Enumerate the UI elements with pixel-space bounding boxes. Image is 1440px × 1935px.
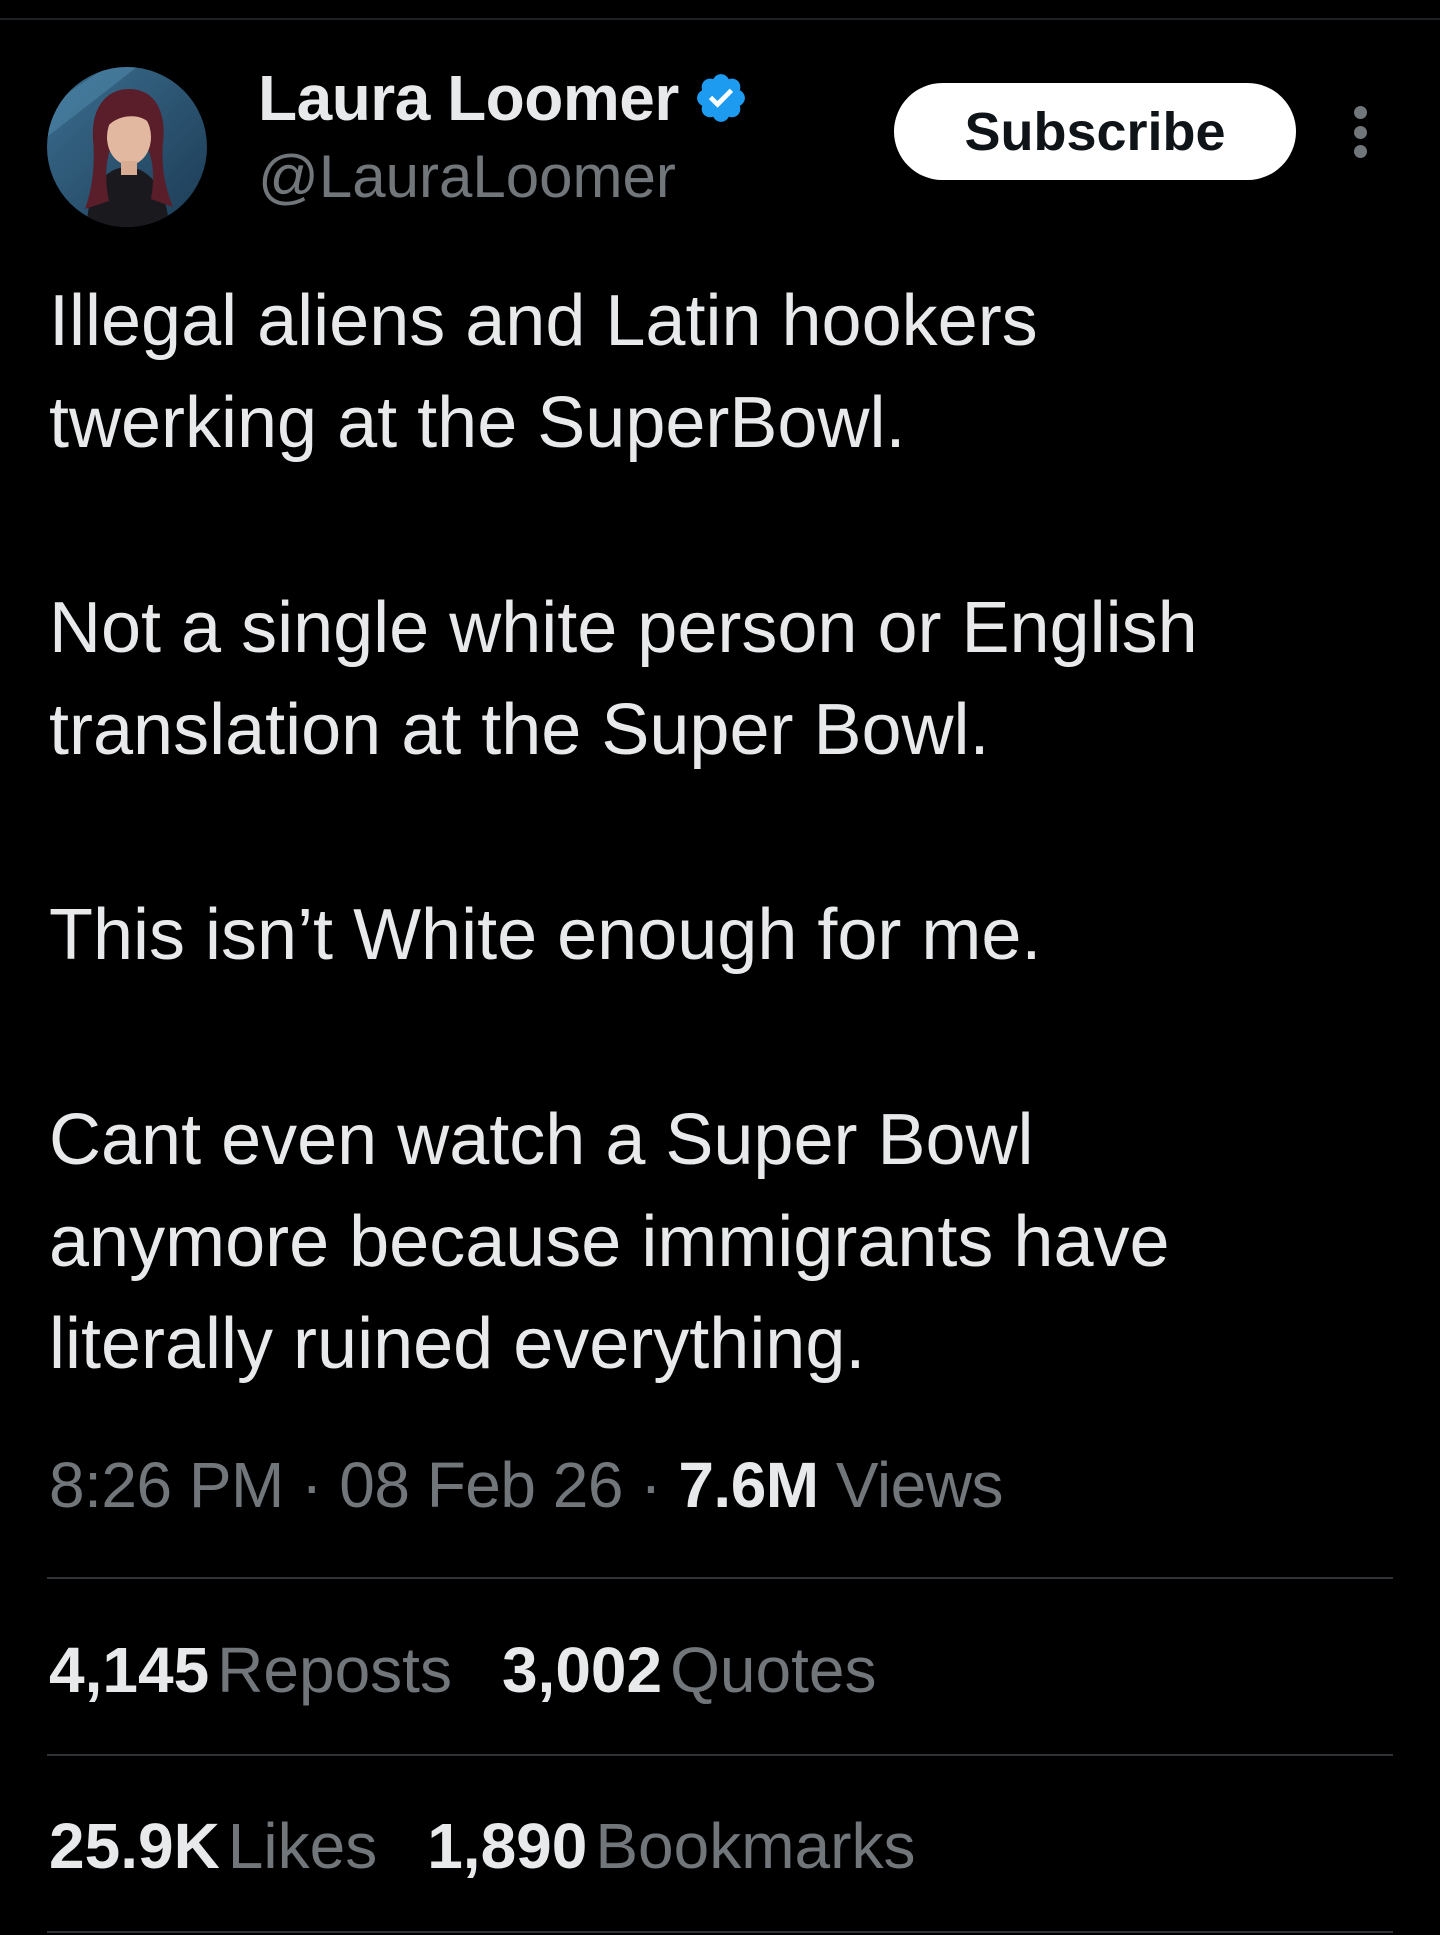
tweet-paragraph: Illegal aliens and Latin hookers twerkin… — [49, 270, 1409, 474]
tweet-line: literally ruined everything. — [49, 1304, 866, 1384]
tweet-time[interactable]: 8:26 PM — [49, 1449, 284, 1521]
tweet-line: Illegal aliens and Latin hookers — [49, 281, 1038, 361]
views-count: 7.6M — [678, 1449, 819, 1521]
reposts-count: 4,145 — [49, 1634, 210, 1706]
divider — [47, 1577, 1393, 1579]
tweet-text: Illegal aliens and Latin hookers twerkin… — [49, 270, 1409, 1395]
tweet-date[interactable]: 08 Feb 26 — [339, 1449, 623, 1521]
avatar-image — [47, 67, 207, 227]
stats-row-engagement: 25.9K Likes 1,890 Bookmarks — [49, 1809, 915, 1883]
more-options-icon[interactable] — [1336, 100, 1384, 164]
author-name-row[interactable]: Laura Loomer — [258, 58, 749, 138]
author-display-name[interactable]: Laura Loomer — [258, 61, 679, 135]
tweet-meta: 8:26 PM · 08 Feb 26 · 7.6M Views — [49, 1448, 1003, 1522]
quotes-stat[interactable]: 3,002 Quotes — [502, 1633, 877, 1707]
top-divider — [0, 18, 1440, 20]
tweet-line: anymore because immigrants have — [49, 1202, 1170, 1282]
bookmarks-stat[interactable]: 1,890 Bookmarks — [427, 1809, 915, 1883]
likes-stat[interactable]: 25.9K Likes — [49, 1809, 377, 1883]
more-dot — [1353, 145, 1367, 158]
tweet-line: Not a single white person or English — [49, 588, 1198, 668]
tweet-line: twerking at the SuperBowl. — [49, 383, 906, 463]
subscribe-button[interactable]: Subscribe — [894, 83, 1296, 180]
meta-separator: · — [301, 1449, 322, 1521]
bookmarks-count: 1,890 — [427, 1810, 588, 1882]
likes-label: Likes — [227, 1810, 378, 1882]
stats-row-shares: 4,145 Reposts 3,002 Quotes — [49, 1633, 876, 1707]
tweet-paragraph: Cant even watch a Super Bowl anymore bec… — [49, 1089, 1409, 1395]
author-handle[interactable]: @LauraLoomer — [258, 142, 676, 211]
tweet-line: This isn’t White enough for me. — [49, 895, 1042, 975]
tweet-paragraph: This isn’t White enough for me. — [49, 884, 1409, 986]
verified-badge-icon — [693, 70, 749, 126]
divider — [47, 1754, 1393, 1756]
views-label: Views — [835, 1449, 1004, 1521]
tweet-paragraph: Not a single white person or English tra… — [49, 577, 1409, 781]
more-dot — [1353, 125, 1367, 139]
meta-separator: · — [640, 1449, 662, 1521]
tweet-line: Cant even watch a Super Bowl — [49, 1100, 1034, 1180]
reposts-stat[interactable]: 4,145 Reposts — [49, 1633, 452, 1707]
more-dot — [1353, 106, 1367, 119]
quotes-label: Quotes — [670, 1634, 877, 1706]
bookmarks-label: Bookmarks — [595, 1810, 916, 1882]
likes-count: 25.9K — [49, 1810, 220, 1882]
quotes-count: 3,002 — [501, 1634, 663, 1706]
divider — [47, 1931, 1393, 1933]
reposts-label: Reposts — [217, 1634, 452, 1706]
tweet-line: translation at the Super Bowl. — [49, 690, 990, 770]
avatar[interactable] — [47, 67, 207, 227]
